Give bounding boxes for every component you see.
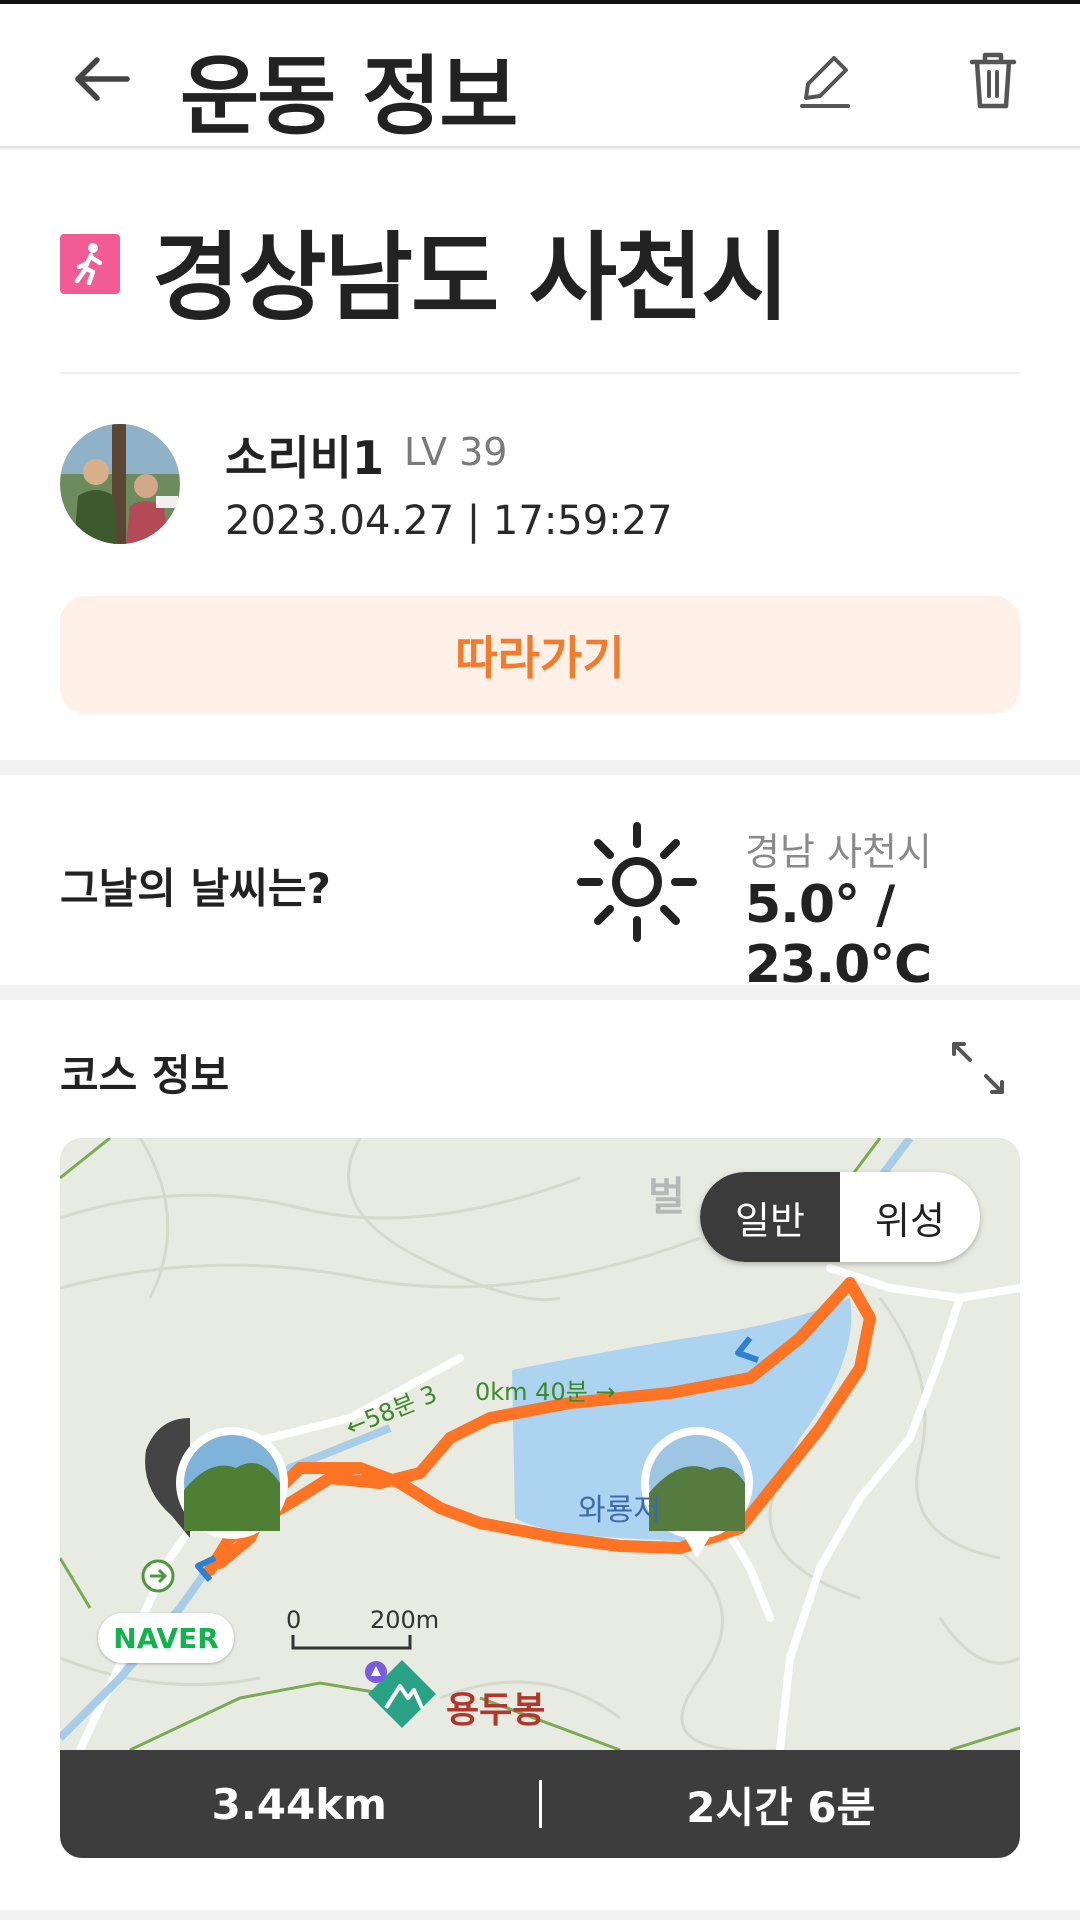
weather-card: 그날의 날씨는? 경남 사천시 5.0° / 23.0℃ — [0, 775, 1080, 995]
map-type-toggle[interactable]: 일반 위성 — [700, 1172, 980, 1262]
activity-card: 경상남도 사천시 소리비1 LV 39 2023.04.27 | 17:59:2… — [0, 150, 1080, 760]
divider — [60, 372, 1020, 374]
map-label-peak: 용두봉 — [446, 1690, 545, 1731]
map-type-normal[interactable]: 일반 — [700, 1172, 840, 1262]
follow-button[interactable]: 따라가기 — [60, 596, 1020, 714]
weather-location: 경남 사천시 — [745, 830, 932, 874]
sun-icon — [577, 822, 697, 942]
scale-zero: 0 — [286, 1606, 301, 1634]
map-label-distance: 0km 40분 → — [475, 1378, 616, 1406]
course-title: 코스 정보 — [60, 1051, 230, 1100]
scale-distance: 200m — [370, 1606, 439, 1634]
map-type-satellite[interactable]: 위성 — [840, 1172, 980, 1262]
expand-icon[interactable] — [948, 1038, 1008, 1098]
naver-logo: NAVER — [98, 1613, 234, 1663]
walking-icon — [60, 234, 120, 294]
arrow-left-icon — [75, 57, 130, 101]
weather-temperature: 5.0° / 23.0℃ — [745, 875, 932, 995]
course-stats: 3.44km 2시간 6분 — [60, 1750, 1020, 1858]
avatar[interactable] — [60, 424, 180, 544]
activity-location: 경상남도 사천시 — [152, 222, 790, 334]
course-map[interactable]: 벌 와룡저 용두봉 ←58분 3 0km 40분 → 0 200m 일반 위성 … — [60, 1138, 1020, 1750]
pencil-icon — [800, 56, 850, 108]
back-button[interactable] — [66, 44, 136, 114]
user-name[interactable]: 소리비1 — [225, 422, 384, 488]
course-distance: 3.44km — [211, 1779, 387, 1829]
edit-button[interactable] — [790, 46, 860, 116]
course-card: 코스 정보 벌 와룡저 용두봉 ←58분 3 0km 40분 → 0 200m … — [0, 1000, 1080, 1910]
map-label-place: 벌 — [648, 1174, 685, 1220]
user-level: LV 39 — [404, 430, 508, 474]
course-duration: 2시간 6분 — [686, 1782, 876, 1832]
activity-datetime: 2023.04.27 | 17:59:27 — [225, 498, 673, 544]
weather-question: 그날의 날씨는? — [60, 864, 331, 913]
trash-icon — [969, 52, 1017, 109]
map-label-lake: 와룡저 — [578, 1493, 661, 1528]
page-title: 운동 정보 — [180, 47, 518, 147]
delete-button[interactable] — [958, 46, 1028, 116]
top-bar: 운동 정보 — [0, 0, 1080, 148]
